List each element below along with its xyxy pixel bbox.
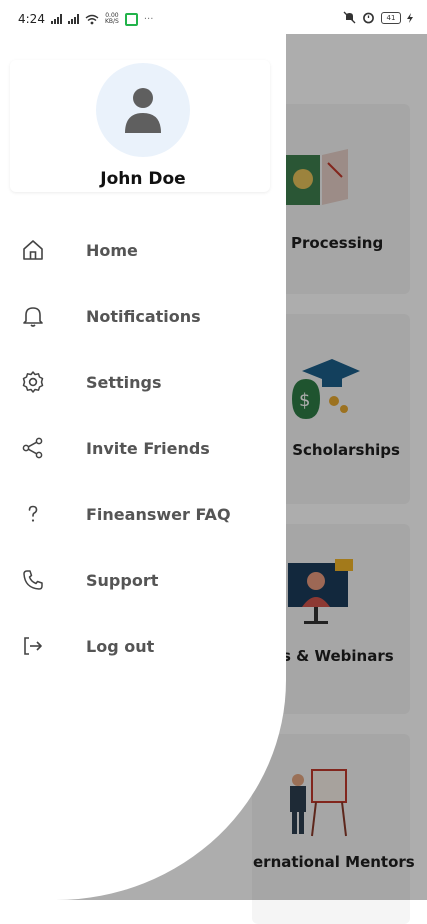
network-speed: 0.00 KB/S (105, 13, 119, 25)
menu-item-label: Invite Friends (86, 438, 210, 458)
menu-item-invite-friends[interactable]: Invite Friends (0, 423, 286, 473)
wifi-icon (85, 14, 99, 24)
menu-item-label: Support (86, 570, 159, 590)
navigation-drawer: John Doe Home Notifications Settings Inv… (0, 34, 286, 900)
battery-icon: 41 (381, 11, 401, 24)
menu-item-label: Home (86, 240, 138, 260)
logout-icon (20, 633, 46, 659)
menu-item-support[interactable]: Support (0, 555, 286, 605)
status-left: 4:24 0.00 KB/S ··· (18, 12, 153, 26)
menu-item-faq[interactable]: Fineanswer FAQ (0, 489, 286, 539)
menu-item-label: Fineanswer FAQ (86, 504, 231, 524)
menu-item-notifications[interactable]: Notifications (0, 291, 286, 341)
app-notification-icon (124, 12, 138, 26)
question-icon (20, 501, 46, 527)
gear-icon (20, 369, 46, 395)
battery-level: 41 (381, 11, 401, 24)
status-bar: 4:24 0.00 KB/S ··· 41 (0, 0, 427, 34)
avatar (96, 63, 190, 157)
status-right: 41 (343, 11, 413, 24)
menu-item-logout[interactable]: Log out (0, 621, 286, 671)
menu-item-label: Notifications (86, 306, 201, 326)
signal-icon (67, 14, 79, 24)
home-icon (20, 237, 46, 263)
bell-icon (20, 303, 46, 329)
menu-item-settings[interactable]: Settings (0, 357, 286, 407)
menu-item-label: Log out (86, 636, 155, 656)
profile-card[interactable]: John Doe (10, 60, 270, 192)
signal-icon (50, 14, 62, 24)
charging-icon (407, 12, 413, 23)
more-dots-icon: ··· (143, 13, 154, 25)
status-time: 4:24 (18, 12, 45, 26)
network-speed-unit: KB/S (104, 18, 119, 25)
menu-item-label: Settings (86, 372, 162, 392)
mute-icon (343, 11, 356, 24)
alarm-icon (363, 12, 374, 24)
menu-item-home[interactable]: Home (0, 225, 286, 275)
phone-icon (20, 567, 46, 593)
share-icon (20, 435, 46, 461)
user-icon (125, 88, 161, 133)
profile-name: John Doe (100, 169, 186, 189)
